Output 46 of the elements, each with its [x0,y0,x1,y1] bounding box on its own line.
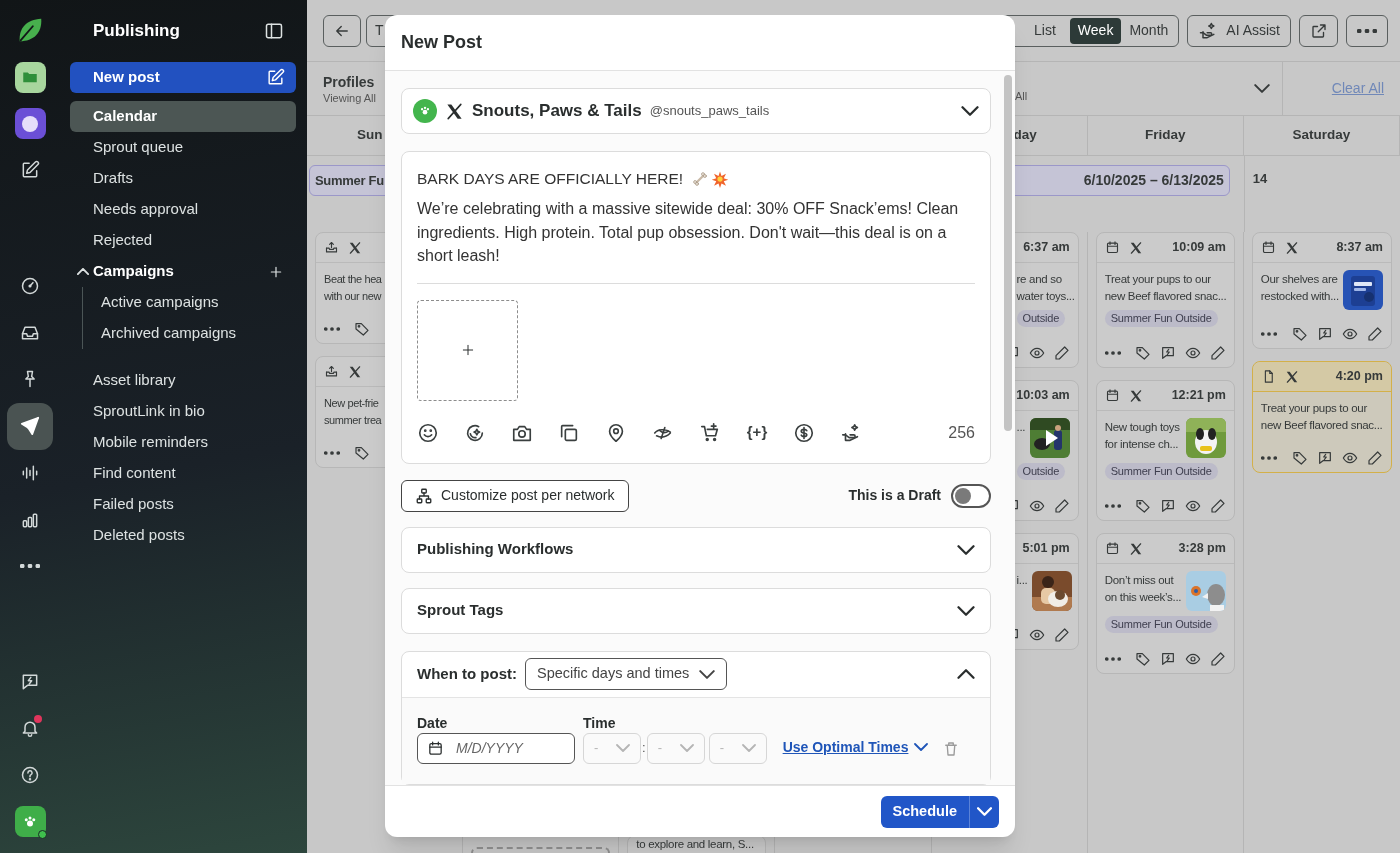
toggle-label: This is a Draft [848,486,941,505]
profile-name: Snouts, Paws & Tails [472,100,642,123]
post-headline: BARK DAYS ARE OFFICIALLY HERE! [417,169,684,190]
profile-handle: @snouts_paws_tails [649,102,770,121]
post-text: New pet-frie summer trea [324,396,383,428]
campaign-tag: Outside [1016,310,1066,327]
time-separator: : [642,739,646,758]
campaign-dates: 6/10/2025 – 6/13/2025 [1083,171,1224,190]
campaign-name: Summer Fu [315,171,384,190]
post-time: 6:37 am [1023,239,1070,257]
post-time: 5:01 pm [1022,540,1070,558]
character-count: 256 [948,422,975,443]
campaign-tag: Outside [1016,463,1066,480]
filter-value: Viewing All [323,90,376,105]
post-body: We’re celebrating with a massive sitewide deal: 30% OFF Snack’ems! Clean ingredients. High protein. Total pup obsession. Don't wait—this deal is on a short leash! [417,199,960,266]
post-time: 4:20 pm [1335,368,1383,386]
post-text: ... [1016,420,1026,435]
campaign-tag: Summer Fun Outside [1104,310,1218,327]
filter-label: Profiles [323,72,376,91]
post-text: i... [1016,573,1028,588]
post-text: Treat your pups to our new Beef flavored snac... [1104,272,1227,304]
post-time: 3:28 pm [1178,540,1226,558]
sidebar-title: Publishing [93,20,180,43]
post-time: 10:09 am [1172,239,1226,257]
post-time: 12:21 pm [1171,387,1226,405]
campaign-tag: Summer Fun Outside [1104,616,1218,633]
day-number: 14 [1252,171,1268,186]
field-label: Time [583,713,617,732]
when-label: When to post: [417,663,517,684]
post-time: 10:03 am [1016,387,1070,405]
post-text: Treat your pups to our new Beef flavored snac... [1260,401,1383,433]
filter-value: All [1015,88,1028,104]
campaign-tag: Summer Fun Outside [1104,463,1218,480]
dialog-title: New Post [401,31,483,54]
post-text: re and so water toys... [1016,272,1075,304]
post-text: to explore and learn, S... [636,837,755,852]
field-label: Date [417,713,449,732]
post-text: New tough toys for intense ch... [1104,420,1181,452]
post-text: Our shelves are restocked with... [1260,272,1339,304]
day-header: day [1013,126,1037,145]
post-time: 8:37 am [1336,239,1383,257]
day-header: Friday [1145,126,1186,145]
post-text: Don’t miss out on this week’s... [1104,573,1182,605]
day-header: Sun [357,126,383,145]
day-header: Saturday [1292,126,1351,145]
post-text: Beat the hea with our new [324,272,383,304]
